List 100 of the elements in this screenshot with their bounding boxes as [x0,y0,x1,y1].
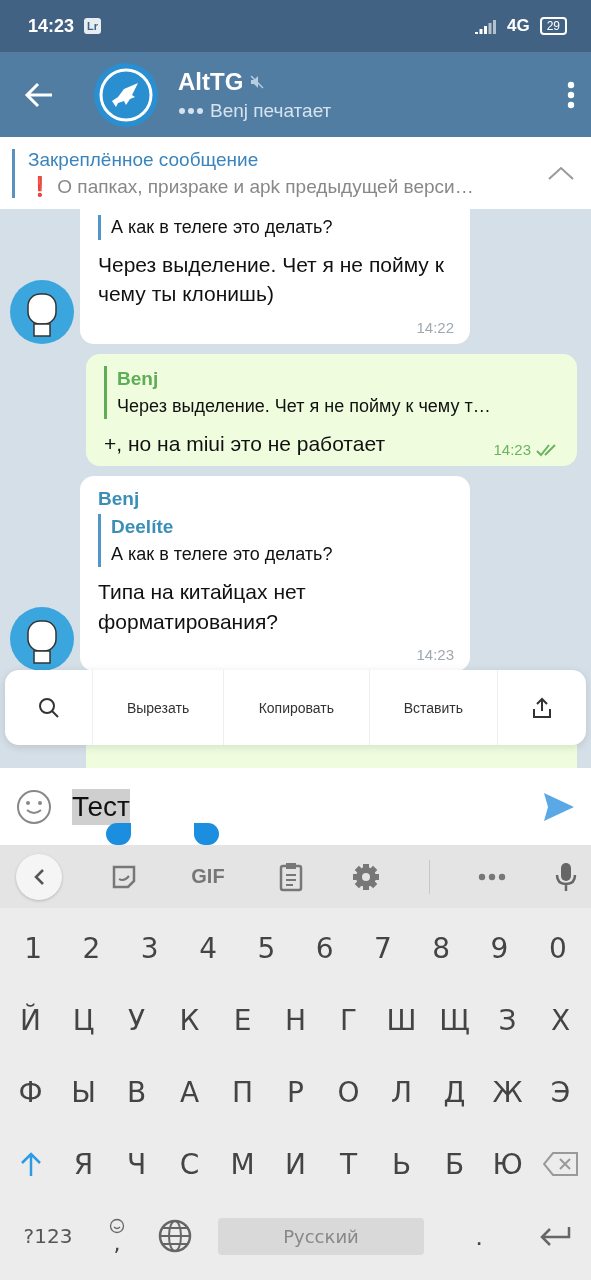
sticker-icon[interactable] [110,863,137,890]
network-type: 4G [506,16,530,36]
message-text: Типа на китайцах нет форматирования? [98,579,307,635]
sender-name: Benj [98,488,141,511]
key[interactable]: М [216,1136,269,1192]
status-time: 14:23 [28,15,75,37]
key[interactable]: 1 [4,920,63,976]
send-icon[interactable] [543,791,575,822]
key[interactable]: К [163,992,216,1048]
key[interactable]: 7 [353,920,413,976]
robot-avatar[interactable] [10,279,74,344]
key[interactable]: 0 [528,920,587,976]
symbols-key[interactable]: ?123 [8,1211,88,1261]
gif-button[interactable]: GIF [185,864,231,889]
key[interactable]: Ы [57,1064,110,1120]
key[interactable]: Р [269,1064,322,1120]
selection-handle-icon[interactable] [194,823,219,845]
key[interactable]: Щ [428,992,481,1048]
chat-status: Benj печатает [210,99,332,122]
menu-item[interactable]: Вырезать [93,670,225,745]
message-bubble[interactable]: Benj Deelíte А как в телеге это делать? Типа на китайцах нет форматирования? 14:23 [80,476,470,671]
reply-quote[interactable]: А как в телеге это делать? [98,215,454,240]
key[interactable]: Л [375,1064,428,1120]
signal-icon [474,18,497,34]
search-icon [37,696,60,719]
back-button[interactable] [16,853,62,900]
message-time: 14:23 [493,441,531,459]
key[interactable]: О [322,1064,375,1120]
key[interactable]: Я [57,1136,110,1192]
key[interactable]: У [110,992,163,1048]
period-key[interactable]: . [444,1211,514,1261]
clipboard-icon[interactable] [279,861,304,892]
microphone-icon[interactable] [554,861,577,892]
key[interactable]: Ц [57,992,110,1048]
key[interactable]: Н [269,992,322,1048]
key[interactable]: 5 [237,920,296,976]
chevron-left-icon [33,867,45,886]
key[interactable]: 4 [178,920,238,976]
key[interactable]: А [163,1064,216,1120]
battery-level: 29 [539,17,567,35]
more-icon[interactable] [478,872,507,881]
key[interactable]: 3 [120,920,179,976]
key[interactable]: Т [322,1136,375,1192]
chat-title: AltTG [178,67,244,96]
key[interactable]: И [269,1136,322,1192]
enter-icon[interactable] [539,1225,571,1247]
quote-author: Deelíte [111,516,175,539]
key[interactable]: Д [428,1064,481,1120]
key[interactable]: Ю [481,1136,534,1192]
key[interactable]: Е [216,992,269,1048]
key[interactable]: В [110,1064,163,1120]
reply-quote[interactable]: Benj Через выделение. Чет я не пойму к чему т… [104,365,561,419]
globe-icon[interactable] [158,1219,192,1253]
pinned-text[interactable]: ❗ О папках, призраке и apk предыдущей верси… [28,174,547,198]
more-menu-icon[interactable] [567,80,575,109]
key[interactable]: Ф [4,1064,57,1120]
key[interactable]: Г [322,992,375,1048]
key[interactable]: 8 [412,920,471,976]
emoji-icon[interactable] [16,788,52,825]
share-icon [531,696,553,719]
key[interactable]: П [216,1064,269,1120]
key[interactable]: 6 [295,920,354,976]
key[interactable]: Ш [375,992,428,1048]
plane-logo-icon[interactable] [94,62,158,127]
key[interactable]: 9 [470,920,529,976]
key[interactable]: Ч [110,1136,163,1192]
key[interactable]: Х [534,992,587,1048]
key[interactable]: Э [534,1064,587,1120]
key[interactable]: Ж [481,1064,534,1120]
menu-item[interactable]: Копировать [224,670,370,745]
message-field[interactable]: Тест [52,768,543,845]
field-value: Тест [72,788,130,825]
message-text: Через выделение. Чет я не пойму к чему ты клонишь) [98,252,445,308]
quote-author: Benj [117,367,160,390]
message-time: 14:22 [416,318,454,336]
menu-item[interactable]: Вставить [369,670,498,745]
smiley-icon [109,1218,125,1235]
chevron-up-icon[interactable] [547,165,575,181]
message-bubble[interactable]: Benj Через выделение. Чет я не пойму к чему т… +, но на miui это не работает 14:23 [86,353,577,467]
key[interactable]: Ь [375,1136,428,1192]
backspace-icon [542,1151,579,1177]
pinned-title[interactable]: Закреплённое сообщение [28,148,547,171]
app-badge: Lr [84,18,102,34]
settings-icon[interactable] [351,862,380,891]
quote-text: А как в телеге это делать? [111,544,334,566]
message-text: +, но на miui это не работает [104,430,386,457]
quote-text: А как в телеге это делать? [111,217,334,238]
key[interactable]: Б [428,1136,481,1192]
key[interactable]: Й [4,992,57,1048]
key[interactable]: З [481,992,534,1048]
comma-key[interactable]: , [88,1208,146,1264]
selection-handle-icon[interactable] [106,823,131,845]
reply-quote[interactable]: Deelíte А как в телеге это делать? [98,514,454,568]
key[interactable]: С [163,1136,216,1192]
key[interactable]: 2 [62,920,121,976]
back-arrow-icon[interactable] [24,81,54,108]
message-bubble[interactable]: А как в телеге это делать? Через выделение. Чет я не пойму к чему ты клонишь) 14:22 [80,209,470,344]
robot-avatar[interactable] [10,606,74,671]
quote-text: Через выделение. Чет я не пойму к чему т… [117,395,492,417]
message-time: 14:23 [416,645,454,663]
